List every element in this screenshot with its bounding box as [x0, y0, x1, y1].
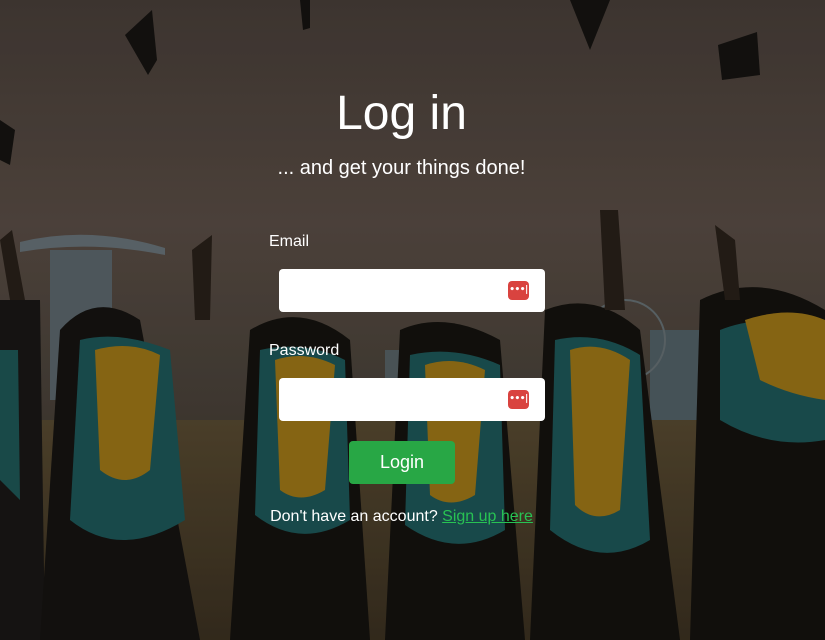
email-input[interactable]: [279, 269, 499, 312]
signup-prompt-text: Don't have an account?: [270, 508, 438, 525]
password-field-container: •••|: [279, 378, 545, 421]
password-manager-icon[interactable]: •••|: [508, 390, 529, 409]
login-page: Log in ... and get your things done! Ema…: [0, 0, 825, 640]
signup-link[interactable]: Sign up here: [442, 508, 533, 525]
login-button[interactable]: Login: [349, 441, 455, 484]
password-label: Password: [269, 342, 340, 359]
email-label: Email: [269, 233, 310, 250]
signup-prompt: Don't have an account? Sign up here: [0, 507, 803, 527]
email-field-container: •••|: [279, 269, 545, 312]
page-subtitle: ... and get your things done!: [277, 157, 526, 179]
password-input[interactable]: [279, 378, 499, 421]
page-title: Log in: [336, 87, 467, 140]
password-manager-icon[interactable]: •••|: [508, 281, 529, 300]
